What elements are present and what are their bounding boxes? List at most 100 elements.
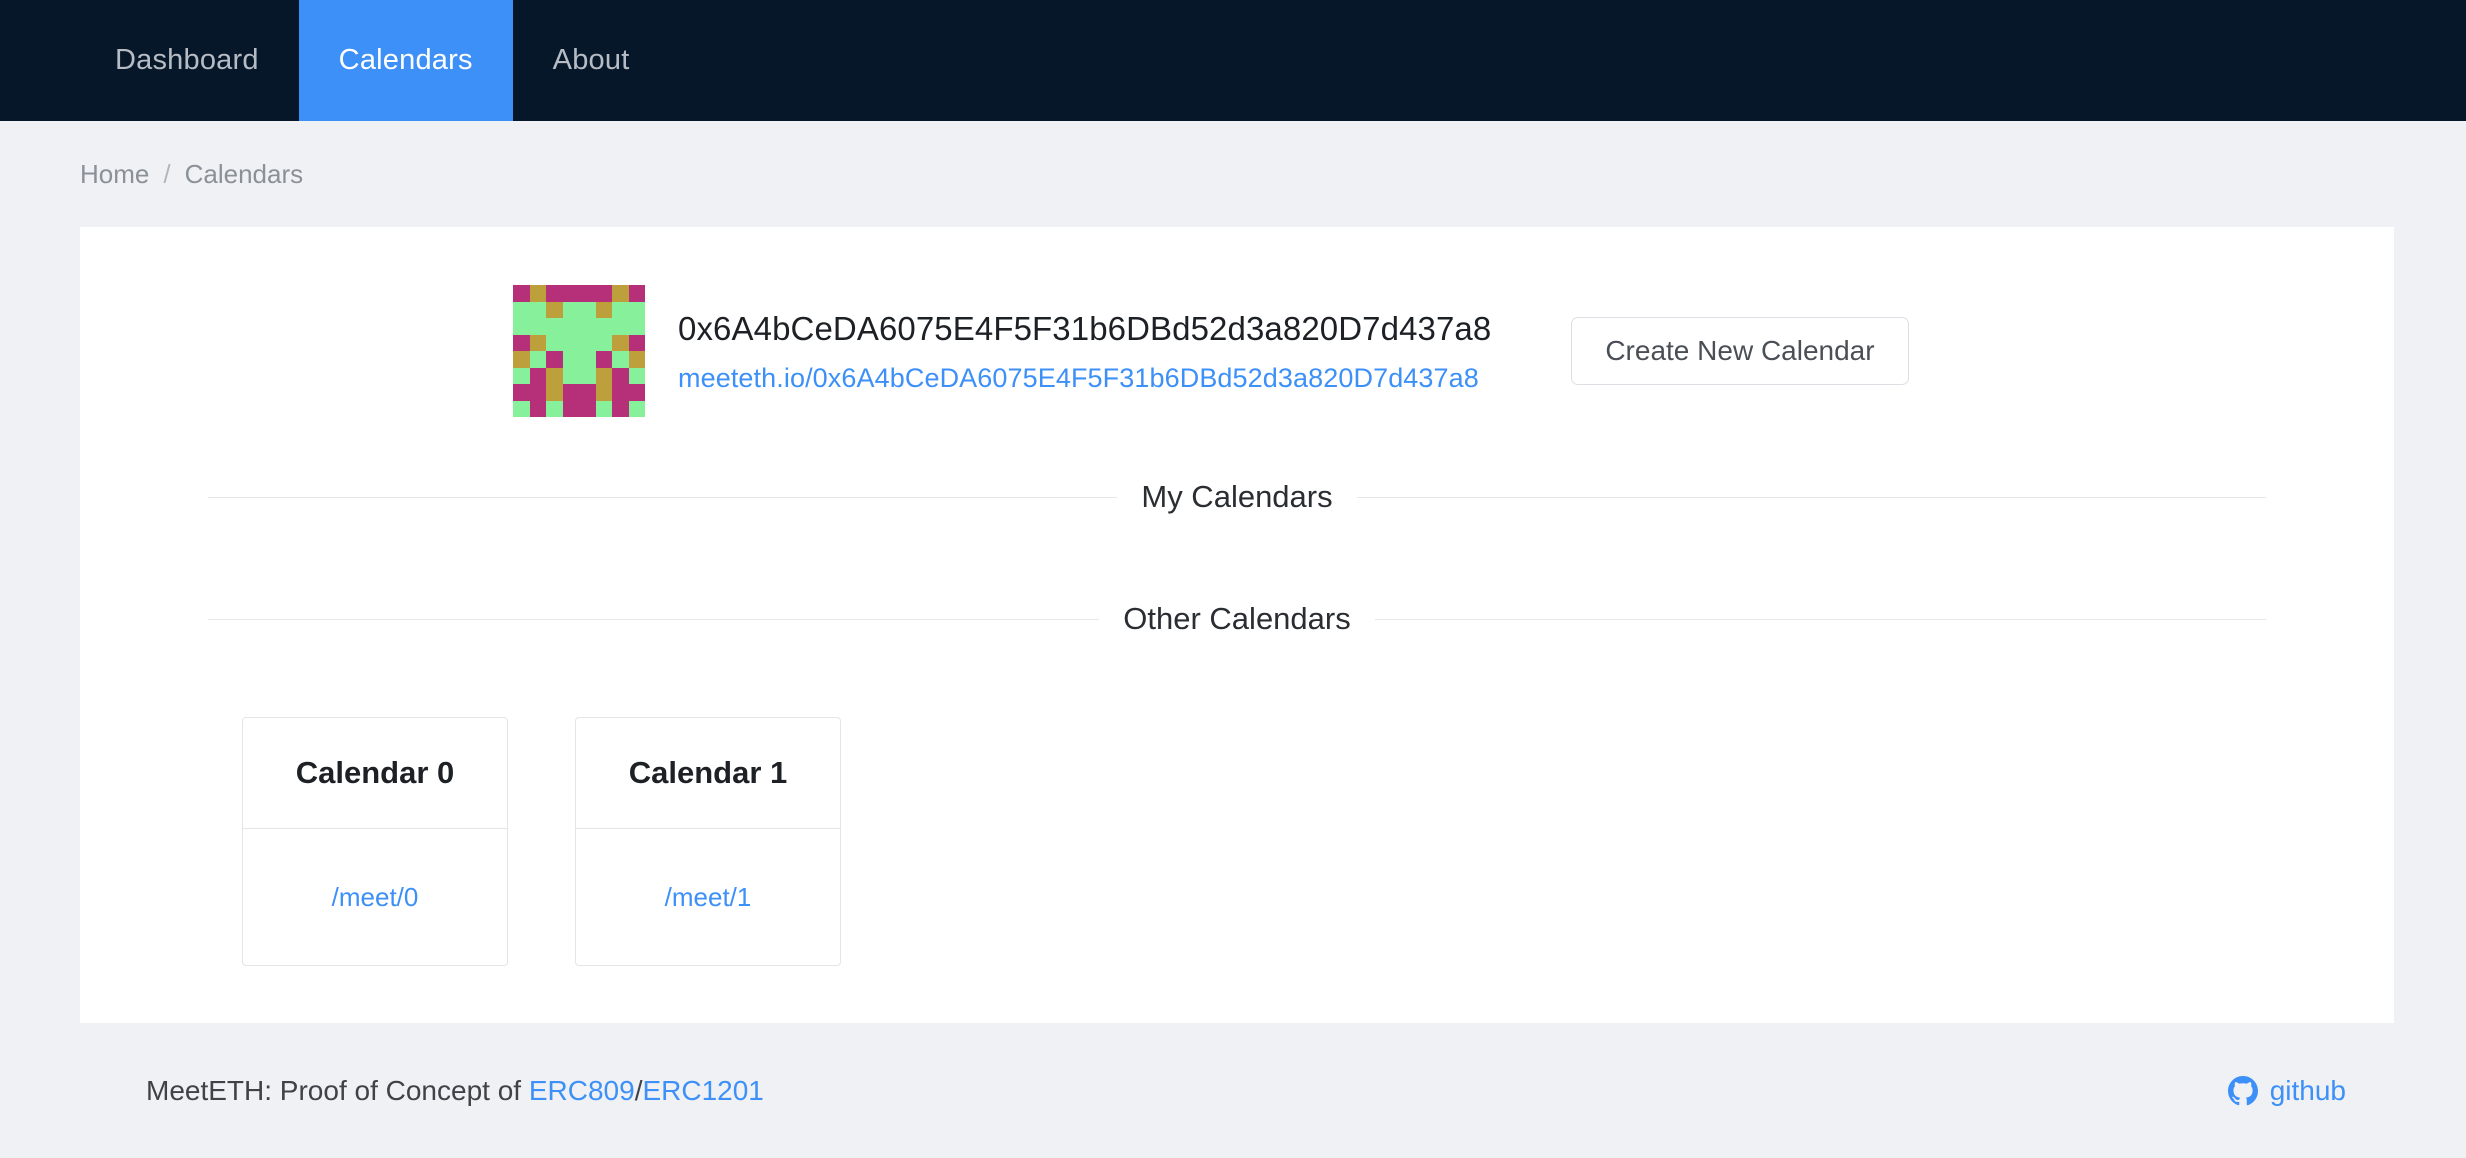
identicon-cell xyxy=(529,400,546,417)
top-navbar: Dashboard Calendars About xyxy=(0,0,2466,121)
identicon-cell xyxy=(546,285,563,302)
identicon-cell xyxy=(628,351,645,368)
calendar-card-body: /meet/0 xyxy=(243,829,507,965)
identicon-cell xyxy=(612,400,629,417)
identicon-cell xyxy=(513,400,530,417)
identicon-cell xyxy=(513,384,530,401)
identicon-cell xyxy=(513,301,530,318)
nav-item-calendars-label: Calendars xyxy=(338,44,473,76)
identicon-cell xyxy=(562,285,579,302)
calendar-card-title: Calendar 0 xyxy=(243,718,507,829)
identicon-cell xyxy=(579,301,596,318)
identicon-cell xyxy=(628,301,645,318)
section-other-calendars: Other Calendars xyxy=(208,601,2267,637)
footer-text: MeetETH: Proof of Concept of ERC809/ERC1… xyxy=(146,1075,764,1107)
account-address: 0x6A4bCeDA6075E4F5F31b6DBd52d3a820D7d437… xyxy=(678,309,1492,347)
identicon-cell xyxy=(612,285,629,302)
identicon-cell xyxy=(562,351,579,368)
calendar-card[interactable]: Calendar 0/meet/0 xyxy=(242,717,508,966)
section-rule-left xyxy=(208,496,1118,498)
calendar-card[interactable]: Calendar 1/meet/1 xyxy=(575,717,841,966)
identicon-cell xyxy=(612,301,629,318)
nav-item-dashboard-label: Dashboard xyxy=(115,44,259,76)
github-link-label: github xyxy=(2269,1074,2346,1106)
section-other-calendars-label: Other Calendars xyxy=(1123,601,1351,636)
identicon-cell xyxy=(546,301,563,318)
nav-item-calendars[interactable]: Calendars xyxy=(298,0,513,121)
create-new-calendar-button[interactable]: Create New Calendar xyxy=(1571,317,1909,385)
section-my-calendars: My Calendars xyxy=(208,479,2266,515)
breadcrumb-current: Calendars xyxy=(184,158,304,189)
account-profile-link[interactable]: meeteth.io/0x6A4bCeDA6075E4F5F31b6DBd52d… xyxy=(678,363,1491,394)
nav-item-about-label: About xyxy=(552,44,630,76)
identicon-cell xyxy=(595,301,612,318)
identicon-cell xyxy=(612,367,629,384)
identicon-cell xyxy=(579,367,596,384)
identicon-cell xyxy=(562,301,579,318)
identicon-cell xyxy=(546,318,563,335)
page-footer: MeetETH: Proof of Concept of ERC809/ERC1… xyxy=(0,1023,2466,1158)
identicon-cell xyxy=(595,285,612,302)
identicon-cell xyxy=(579,351,596,368)
identicon-cell xyxy=(595,400,612,417)
identicon-cell xyxy=(529,351,546,368)
identicon-cell xyxy=(579,285,596,302)
calendar-card-body: /meet/1 xyxy=(576,829,840,965)
identicon-cell xyxy=(628,285,645,302)
identicon-cell xyxy=(595,351,612,368)
identicon-cell xyxy=(546,400,563,417)
footer-text-prefix: MeetETH: Proof of Concept of xyxy=(146,1074,529,1106)
identicon-cell xyxy=(595,334,612,351)
identicon-cell xyxy=(529,384,546,401)
identicon-cell xyxy=(513,367,530,384)
footer-link-erc809[interactable]: ERC809 xyxy=(529,1075,635,1106)
account-text: 0x6A4bCeDA6075E4F5F31b6DBd52d3a820D7d437… xyxy=(678,308,1491,394)
identicon-cell xyxy=(562,384,579,401)
main-panel: 0x6A4bCeDA6075E4F5F31b6DBd52d3a820D7d437… xyxy=(80,227,2394,1023)
identicon-cell xyxy=(562,334,579,351)
github-link[interactable]: github xyxy=(2227,1074,2346,1107)
identicon-cell xyxy=(513,334,530,351)
identicon-cell xyxy=(628,384,645,401)
identicon-cell xyxy=(546,351,563,368)
other-calendars-list: Calendar 0/meet/0 Calendar 1/meet/1 xyxy=(80,637,2394,966)
identicon-cell xyxy=(628,400,645,417)
nav-item-dashboard[interactable]: Dashboard xyxy=(75,0,299,121)
identicon-cell xyxy=(595,318,612,335)
footer-link-erc1201[interactable]: ERC1201 xyxy=(642,1075,763,1106)
identicon-cell xyxy=(612,384,629,401)
identicon-cell xyxy=(546,334,563,351)
identicon-cell xyxy=(579,384,596,401)
identicon-cell xyxy=(595,367,612,384)
identicon-cell xyxy=(579,400,596,417)
identicon-cell xyxy=(628,318,645,335)
identicon-cell xyxy=(612,318,629,335)
nav-item-about[interactable]: About xyxy=(513,0,670,121)
identicon-cell xyxy=(529,334,546,351)
identicon-cell xyxy=(513,351,530,368)
identicon-cell xyxy=(612,334,629,351)
breadcrumb-separator: / xyxy=(163,158,171,189)
identicon-cell xyxy=(562,318,579,335)
breadcrumb: Home / Calendars xyxy=(0,121,2466,227)
identicon-cell xyxy=(628,367,645,384)
identicon-cell xyxy=(546,367,563,384)
section-my-calendars-label: My Calendars xyxy=(1141,479,1333,514)
identicon-cell xyxy=(529,301,546,318)
calendar-card-link[interactable]: /meet/0 xyxy=(332,882,419,913)
identicon-cell xyxy=(562,367,579,384)
identicon-cell xyxy=(513,318,530,335)
identicon-cell xyxy=(628,334,645,351)
account-row: 0x6A4bCeDA6075E4F5F31b6DBd52d3a820D7d437… xyxy=(80,227,2394,417)
identicon-cell xyxy=(595,384,612,401)
calendar-card-title: Calendar 1 xyxy=(576,718,840,829)
breadcrumb-home[interactable]: Home xyxy=(80,159,149,190)
section-rule-right xyxy=(1356,496,2266,498)
identicon-cell xyxy=(579,318,596,335)
identicon-cell xyxy=(579,334,596,351)
identicon-cell xyxy=(562,400,579,417)
github-octocat-icon xyxy=(2227,1075,2258,1106)
calendar-card-link[interactable]: /meet/1 xyxy=(665,882,752,913)
identicon-cell xyxy=(612,351,629,368)
identicon-cell xyxy=(546,384,563,401)
